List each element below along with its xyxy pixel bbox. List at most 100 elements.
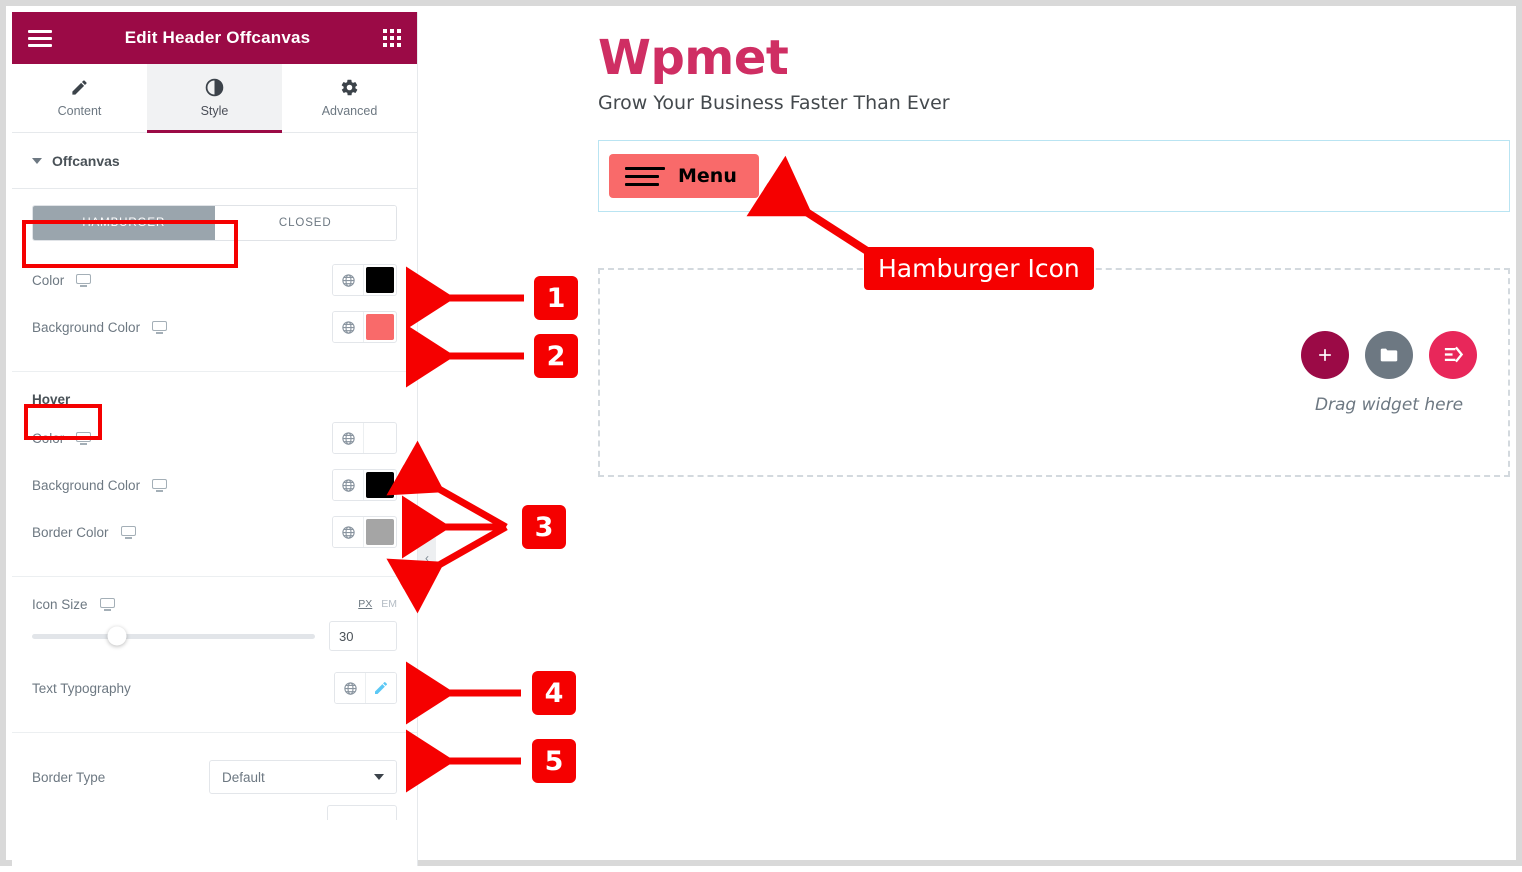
state-option-closed[interactable]: CLOSED (214, 206, 396, 240)
icon-size-label-wrap: Icon Size (32, 597, 115, 612)
badge-4: 4 (532, 671, 576, 715)
dropzone-buttons (1301, 330, 1477, 379)
highlight-box-hover-label (24, 404, 102, 440)
typography-control (334, 672, 397, 704)
unit-px[interactable]: PX (358, 598, 372, 610)
gear-icon (340, 78, 359, 97)
section-offcanvas-title: Offcanvas (52, 152, 120, 169)
globe-icon[interactable] (333, 423, 364, 453)
plus-icon (1319, 348, 1331, 361)
unit-em[interactable]: EM (381, 598, 397, 610)
icon-size-slider[interactable] (32, 626, 315, 646)
globe-icon[interactable] (333, 517, 364, 547)
offcanvas-menu-button[interactable]: Menu (609, 154, 759, 198)
badge-2: 2 (534, 334, 578, 378)
icon-size-input[interactable]: 30 (329, 621, 397, 651)
slider-handle[interactable] (107, 626, 127, 646)
icon-size-label: Icon Size (32, 596, 88, 612)
callout-hamburger-icon: Hamburger Icon (864, 247, 1094, 290)
color-swatch-black[interactable] (366, 267, 394, 293)
globe-icon[interactable] (333, 470, 364, 500)
tab-advanced[interactable]: Advanced (282, 64, 417, 132)
control-color-label-wrap: Color (32, 272, 92, 288)
color-picker-background (332, 311, 397, 343)
template-library-button[interactable] (1365, 330, 1413, 379)
border-type-label-wrap: Border Type (32, 770, 105, 785)
monitor-icon[interactable] (76, 273, 92, 287)
icon-size-group: Icon Size PX EM 30 Text Typography (12, 577, 417, 733)
tab-style[interactable]: Style (147, 64, 282, 133)
hover-state-group: Hover Color Background Color Border Colo… (12, 372, 417, 577)
badge-3: 3 (522, 505, 566, 549)
preview-canvas: Wpmet Grow Your Business Faster Than Eve… (418, 12, 1510, 854)
elementskit-icon (1444, 346, 1463, 363)
hover-control-background-color: Background Color (32, 466, 397, 504)
icon-size-slider-row: 30 (32, 621, 397, 651)
elementskit-button[interactable] (1429, 330, 1477, 379)
tab-content[interactable]: Content (12, 64, 147, 132)
highlight-box-hamburger-toggle (22, 220, 238, 268)
monitor-icon[interactable] (152, 320, 168, 334)
partial-control-box[interactable] (327, 805, 397, 820)
typography-label: Text Typography (32, 680, 131, 696)
widget-dropzone[interactable]: Drag widget here (598, 268, 1510, 477)
border-type-value: Default (222, 769, 265, 785)
folder-icon (1380, 348, 1398, 361)
control-bg-color-label-wrap: Background Color (32, 319, 168, 335)
hover-bg-label-wrap: Background Color (32, 477, 168, 493)
panel-tabs: Content Style Advanced (12, 64, 417, 133)
border-type-select[interactable]: Default (209, 760, 397, 794)
color-swatch-gray[interactable] (366, 519, 394, 545)
color-picker-hover-background (332, 469, 397, 501)
pencil-edit-icon[interactable] (366, 673, 396, 703)
badge-5: 5 (532, 739, 576, 783)
header-section[interactable]: Menu (598, 140, 1510, 212)
panel-header: Edit Header Offcanvas (12, 12, 417, 64)
globe-icon[interactable] (335, 673, 366, 703)
dropzone-text: Drag widget here (1314, 394, 1464, 415)
caret-down-icon (32, 157, 42, 164)
icon-size-header: Icon Size PX EM (32, 593, 397, 615)
globe-icon[interactable] (333, 312, 364, 342)
monitor-icon[interactable] (99, 597, 115, 611)
app-root: Edit Header Offcanvas Content Style Adva… (0, 0, 1522, 866)
unit-switcher: PX EM (358, 598, 397, 610)
chevron-down-icon (374, 774, 384, 780)
border-type-group: Border Type Default (12, 733, 417, 836)
border-type-label: Border Type (32, 769, 106, 785)
pencil-icon (70, 78, 89, 97)
monitor-icon[interactable] (152, 478, 168, 492)
tab-advanced-label: Advanced (321, 104, 378, 118)
hover-bg-label: Background Color (32, 477, 141, 493)
contrast-icon (205, 78, 224, 97)
typography-label-wrap: Text Typography (32, 681, 131, 696)
tab-style-label: Style (200, 104, 229, 118)
control-bg-color-label: Background Color (32, 319, 141, 335)
hover-border-label: Border Color (32, 524, 109, 540)
apps-grid-icon[interactable] (382, 29, 401, 47)
hamburger-icon (625, 166, 665, 186)
control-color-label: Color (32, 272, 65, 288)
menu-button-label: Menu (678, 165, 737, 187)
monitor-icon[interactable] (120, 525, 136, 539)
hamburger-icon[interactable] (28, 29, 52, 47)
control-partial-next (32, 805, 397, 820)
control-background-color: Background Color (32, 308, 397, 346)
site-title: Wpmet (598, 30, 789, 86)
globe-icon[interactable] (333, 265, 364, 295)
color-swatch-coral[interactable] (366, 314, 394, 340)
color-swatch-black[interactable] (366, 472, 394, 498)
badge-1: 1 (534, 276, 578, 320)
add-section-button[interactable] (1301, 330, 1349, 379)
color-picker-color (332, 264, 397, 296)
color-swatch-white[interactable] (366, 425, 394, 451)
hover-border-label-wrap: Border Color (32, 525, 136, 540)
control-text-typography: Text Typography (32, 669, 397, 707)
panel-collapse-toggle[interactable]: ‹ (418, 536, 436, 580)
color-picker-hover-color (332, 422, 397, 454)
color-picker-hover-border (332, 516, 397, 548)
site-tagline: Grow Your Business Faster Than Ever (598, 92, 950, 114)
panel-title: Edit Header Offcanvas (124, 28, 311, 47)
normal-state-group: HAMBURGER CLOSED Color Background Color (12, 189, 417, 372)
section-offcanvas-header[interactable]: Offcanvas (12, 133, 417, 189)
